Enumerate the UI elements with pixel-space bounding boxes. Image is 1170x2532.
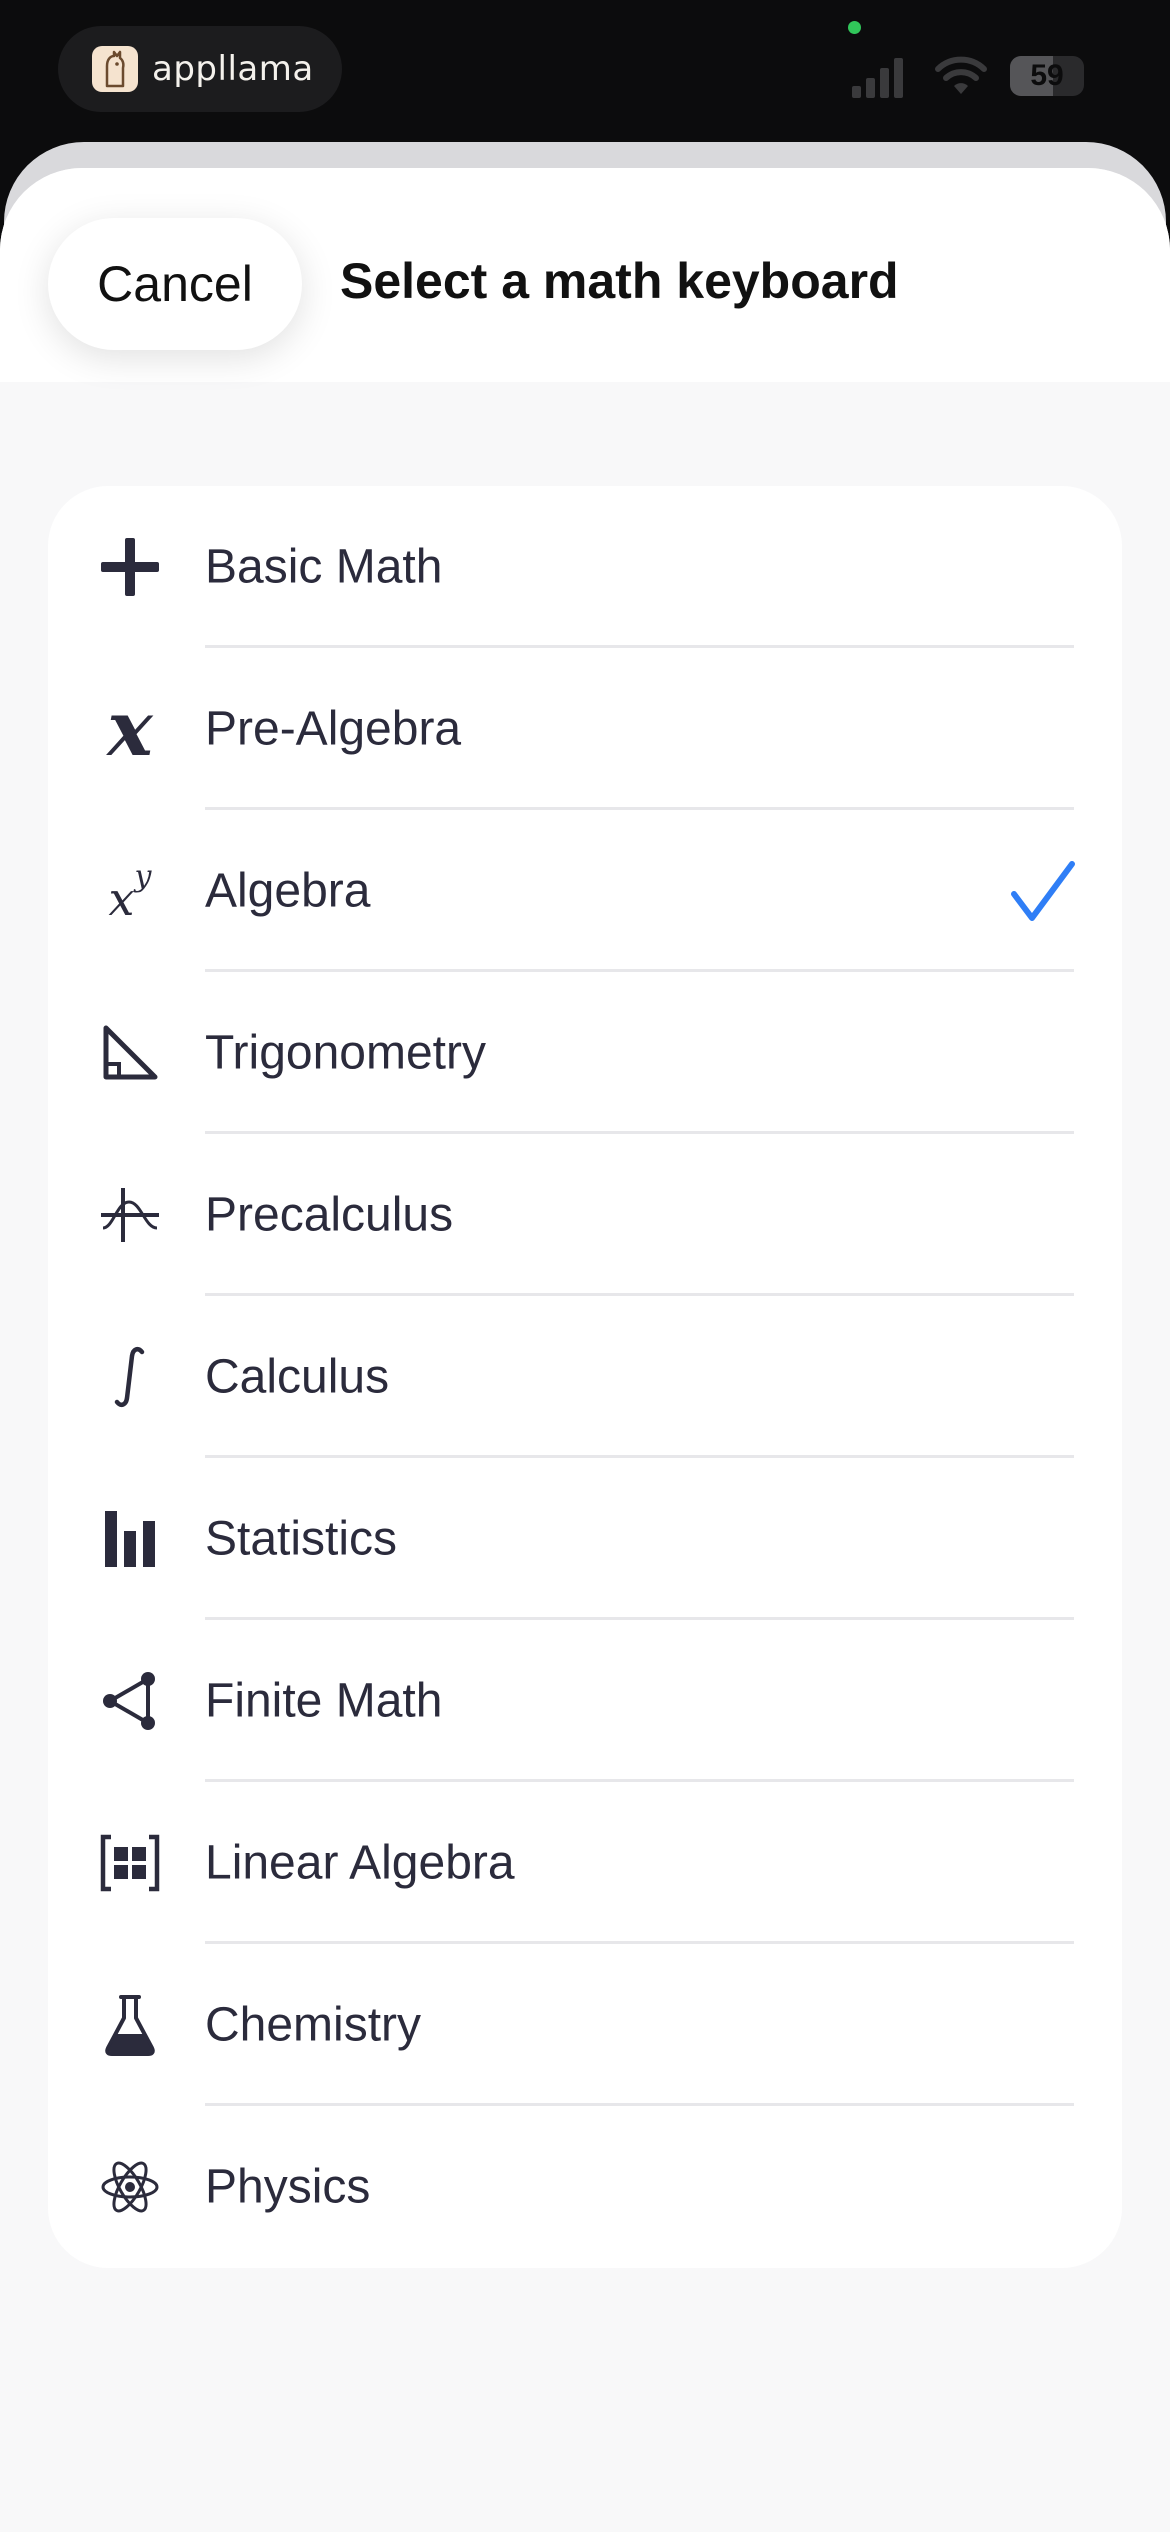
keyboard-item-finite-math[interactable]: Finite Math <box>48 1620 1122 1782</box>
keyboard-item-physics[interactable]: Physics <box>48 2106 1122 2268</box>
keyboard-item-label: Precalculus <box>205 1188 454 1242</box>
keyboard-list: Basic Math x Pre-Algebra x y Algebra Tri… <box>48 486 1122 2268</box>
battery-icon: 59 <box>1010 56 1084 96</box>
keyboard-item-label: Basic Math <box>205 540 443 594</box>
keyboard-item-statistics[interactable]: Statistics <box>48 1458 1122 1620</box>
flask-icon <box>98 1993 162 2057</box>
page-title: Select a math keyboard <box>340 253 899 309</box>
keyboard-item-trigonometry[interactable]: Trigonometry <box>48 972 1122 1134</box>
cellular-signal-icon <box>852 58 903 98</box>
keyboard-item-label: Calculus <box>205 1350 390 1404</box>
graph-nodes-icon <box>98 1669 162 1733</box>
keyboard-item-precalculus[interactable]: Precalculus <box>48 1134 1122 1296</box>
status-bar: appllama 59 <box>0 0 1170 140</box>
wifi-icon <box>935 56 987 94</box>
llama-logo-icon <box>92 46 138 92</box>
atom-icon <box>98 2155 162 2219</box>
keyboard-item-label: Algebra <box>205 864 371 918</box>
cancel-button[interactable]: Cancel <box>48 218 302 350</box>
x-power-y-icon: x y <box>108 859 152 926</box>
keyboard-item-label: Linear Algebra <box>205 1836 515 1890</box>
app-indicator-pill[interactable]: appllama <box>58 26 342 112</box>
keyboard-item-label: Trigonometry <box>205 1026 486 1080</box>
integral-icon <box>98 1345 162 1409</box>
sheet-header: Cancel Select a math keyboard <box>0 168 1170 382</box>
keyboard-item-label: Physics <box>205 2160 371 2214</box>
keyboard-item-basic-math[interactable]: Basic Math <box>48 486 1122 648</box>
app-name: appllama <box>152 49 314 89</box>
variable-x-icon: x <box>107 684 153 773</box>
matrix-icon <box>98 1831 162 1895</box>
keyboard-item-label: Pre-Algebra <box>205 702 462 756</box>
function-graph-icon <box>98 1183 162 1247</box>
bar-chart-icon <box>98 1507 162 1571</box>
keyboard-item-chemistry[interactable]: Chemistry <box>48 1944 1122 2106</box>
keyboard-item-algebra[interactable]: x y Algebra <box>48 810 1122 972</box>
keyboard-item-label: Statistics <box>205 1512 398 1566</box>
battery-level: 59 <box>1030 59 1064 92</box>
plus-icon <box>98 535 162 599</box>
keyboard-item-calculus[interactable]: Calculus <box>48 1296 1122 1458</box>
camera-in-use-dot <box>848 21 861 34</box>
keyboard-item-linear-algebra[interactable]: Linear Algebra <box>48 1782 1122 1944</box>
right-triangle-icon <box>98 1021 162 1085</box>
keyboard-picker-sheet: Cancel Select a math keyboard Basic Math… <box>0 168 1170 2532</box>
checkmark-icon <box>1011 861 1075 921</box>
keyboard-item-label: Finite Math <box>205 1674 443 1728</box>
keyboard-item-pre-algebra[interactable]: x Pre-Algebra <box>48 648 1122 810</box>
keyboard-item-label: Chemistry <box>205 1998 422 2052</box>
